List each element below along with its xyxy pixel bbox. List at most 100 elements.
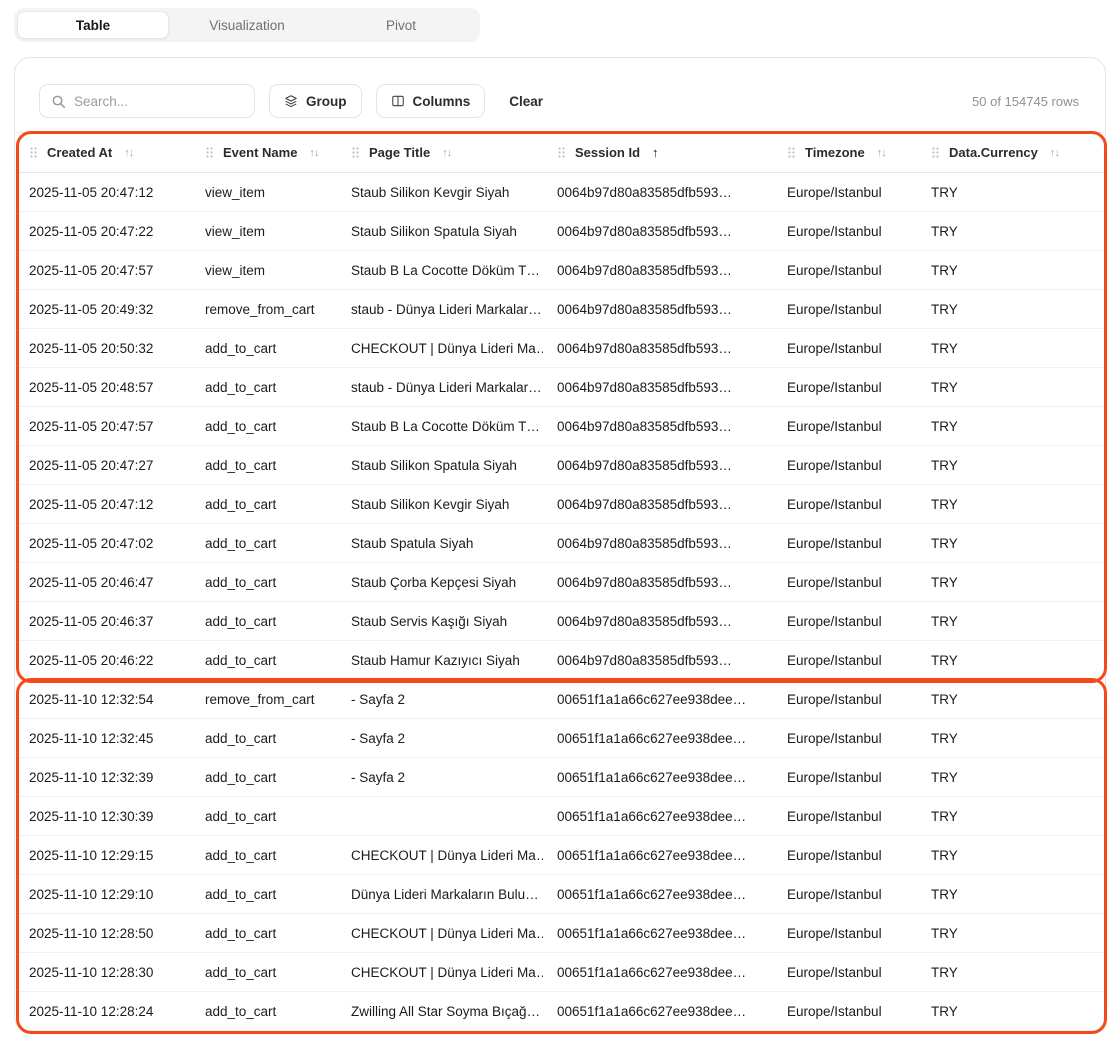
sort-both-icon[interactable]: ↑↓: [1050, 147, 1060, 159]
table-cell: 0064b97d80a83585dfb593…: [543, 328, 773, 368]
table-cell: Europe/Istanbul: [773, 250, 917, 290]
table-row[interactable]: 2025-11-10 12:29:10 add_to_cart Dünya Lide…: [15, 874, 1105, 914]
drag-handle-icon[interactable]: [205, 146, 214, 159]
clear-button[interactable]: Clear: [499, 84, 553, 118]
table-row[interactable]: 2025-11-10 12:30:39 add_to_cart 00651f1a1a…: [15, 796, 1105, 836]
table-cell: 0064b97d80a83585dfb593…: [543, 211, 773, 251]
table-cell: 2025-11-05 20:47:12: [15, 484, 191, 524]
table-cell: Europe/Istanbul: [773, 523, 917, 563]
table-cell: - Sayfa 2: [337, 679, 543, 719]
table-cell: 2025-11-05 20:46:47: [15, 562, 191, 602]
table-row[interactable]: 2025-11-10 12:29:15 add_to_cart CHECKOUT |…: [15, 835, 1105, 875]
table-cell: add_to_cart: [191, 445, 337, 485]
table-row[interactable]: 2025-11-05 20:47:57 add_to_cart Staub B La…: [15, 406, 1105, 446]
table-cell: TRY: [917, 172, 1105, 212]
drag-handle-icon[interactable]: [29, 146, 38, 159]
table-cell: 00651f1a1a66c627ee938dee…: [543, 991, 773, 1031]
column-header-created-at[interactable]: Created At ↑↓: [15, 132, 191, 173]
sort-both-icon[interactable]: ↑↓: [309, 147, 319, 159]
table-cell: TRY: [917, 328, 1105, 368]
group-button-label: Group: [306, 93, 347, 109]
drag-handle-icon[interactable]: [351, 146, 360, 159]
table-cell: 0064b97d80a83585dfb593…: [543, 250, 773, 290]
table-cell: CHECKOUT | Dünya Lideri Ma…: [337, 913, 543, 953]
drag-handle-icon[interactable]: [557, 146, 566, 159]
table-cell: view_item: [191, 211, 337, 251]
table-row[interactable]: 2025-11-05 20:47:12 view_item Staub Siliko…: [15, 172, 1105, 212]
table-row[interactable]: 2025-11-05 20:49:32 remove_from_cart staub…: [15, 289, 1105, 329]
column-label: Page Title: [369, 145, 431, 160]
table-row[interactable]: 2025-11-10 12:32:54 remove_from_cart - Say…: [15, 679, 1105, 719]
column-header-session-id[interactable]: Session Id ↑: [543, 132, 773, 173]
drag-handle-icon[interactable]: [787, 146, 796, 159]
column-header-timezone[interactable]: Timezone ↑↓: [773, 132, 917, 173]
table-cell: Europe/Istanbul: [773, 640, 917, 680]
table-row[interactable]: 2025-11-10 12:32:45 add_to_cart - Sayfa 20…: [15, 718, 1105, 758]
table-cell: add_to_cart: [191, 406, 337, 446]
group-button[interactable]: Group: [269, 84, 362, 118]
table-cell: 2025-11-10 12:28:50: [15, 913, 191, 953]
table-cell: Europe/Istanbul: [773, 367, 917, 407]
table-cell: 2025-11-05 20:47:57: [15, 250, 191, 290]
table-row[interactable]: 2025-11-05 20:46:37 add_to_cart Staub Serv…: [15, 601, 1105, 641]
sort-both-icon[interactable]: ↑↓: [877, 147, 887, 159]
column-label: Timezone: [805, 145, 865, 160]
table-row[interactable]: 2025-11-05 20:46:47 add_to_cart Staub Çorb…: [15, 562, 1105, 602]
table-cell: 0064b97d80a83585dfb593…: [543, 640, 773, 680]
table-cell: 00651f1a1a66c627ee938dee…: [543, 952, 773, 992]
table-cell: 2025-11-05 20:47:02: [15, 523, 191, 563]
table-cell: 2025-11-05 20:47:57: [15, 406, 191, 446]
table-cell: add_to_cart: [191, 523, 337, 563]
table-cell: TRY: [917, 874, 1105, 914]
table-row[interactable]: 2025-11-05 20:48:57 add_to_cart staub - Dü…: [15, 367, 1105, 407]
column-label: Session Id: [575, 145, 641, 160]
table-row[interactable]: 2025-11-10 12:28:30 add_to_cart CHECKOUT |…: [15, 952, 1105, 992]
table-cell: add_to_cart: [191, 484, 337, 524]
tab-table[interactable]: Table: [17, 11, 169, 39]
table-row[interactable]: 2025-11-05 20:47:57 view_item Staub B La C…: [15, 250, 1105, 290]
table-cell: 2025-11-10 12:28:24: [15, 991, 191, 1031]
sort-both-icon[interactable]: ↑↓: [124, 147, 134, 159]
table-row[interactable]: 2025-11-05 20:47:27 add_to_cart Staub Sili…: [15, 445, 1105, 485]
table-row[interactable]: 2025-11-05 20:47:12 add_to_cart Staub Sili…: [15, 484, 1105, 524]
table-row[interactable]: 2025-11-05 20:47:02 add_to_cart Staub Spat…: [15, 523, 1105, 563]
column-header-page-title[interactable]: Page Title ↑↓: [337, 132, 543, 173]
columns-button[interactable]: Columns: [375, 84, 486, 118]
table-row[interactable]: 2025-11-10 12:32:39 add_to_cart - Sayfa 20…: [15, 757, 1105, 797]
table-cell: Zwilling All Star Soyma Bıçağ…: [337, 991, 543, 1031]
sort-asc-icon[interactable]: ↑: [652, 145, 659, 160]
table-cell: 0064b97d80a83585dfb593…: [543, 367, 773, 407]
table-cell: 2025-11-10 12:32:54: [15, 679, 191, 719]
table-cell: TRY: [917, 406, 1105, 446]
table-cell: 00651f1a1a66c627ee938dee…: [543, 796, 773, 836]
sort-both-icon[interactable]: ↑↓: [442, 147, 452, 159]
table-cell: 0064b97d80a83585dfb593…: [543, 562, 773, 602]
drag-handle-icon[interactable]: [931, 146, 940, 159]
table-cell: add_to_cart: [191, 796, 337, 836]
table-row[interactable]: 2025-11-05 20:46:22 add_to_cart Staub Hamu…: [15, 640, 1105, 680]
table-cell: Europe/Istanbul: [773, 796, 917, 836]
table-row[interactable]: 2025-11-05 20:50:32 add_to_cart CHECKOUT |…: [15, 328, 1105, 368]
table-cell: Staub Çorba Kepçesi Siyah: [337, 562, 543, 602]
tab-visualization[interactable]: Visualization: [171, 11, 323, 39]
table-cell: 00651f1a1a66c627ee938dee…: [543, 679, 773, 719]
search-box[interactable]: [39, 84, 255, 118]
table-row[interactable]: 2025-11-10 12:28:24 add_to_cart Zwilling A…: [15, 991, 1105, 1031]
table-cell: Europe/Istanbul: [773, 172, 917, 212]
table-cell: 0064b97d80a83585dfb593…: [543, 289, 773, 329]
column-header-event-name[interactable]: Event Name ↑↓: [191, 132, 337, 173]
table-cell: [337, 796, 543, 836]
events-table: Created At ↑↓ Event Name ↑↓ Page Title ↑↓ Sess…: [15, 132, 1105, 1031]
table-scroll-area[interactable]: Created At ↑↓ Event Name ↑↓ Page Title ↑↓ Sess…: [15, 132, 1105, 1031]
search-input[interactable]: [74, 93, 243, 109]
table-cell: TRY: [917, 601, 1105, 641]
table-cell: staub - Dünya Lideri Markalar…: [337, 367, 543, 407]
table-cell: remove_from_cart: [191, 679, 337, 719]
table-cell: TRY: [917, 835, 1105, 875]
column-header-data-currency[interactable]: Data.Currency ↑↓: [917, 132, 1105, 173]
table-row[interactable]: 2025-11-10 12:28:50 add_to_cart CHECKOUT |…: [15, 913, 1105, 953]
table-cell: 2025-11-05 20:46:37: [15, 601, 191, 641]
tab-pivot[interactable]: Pivot: [325, 11, 477, 39]
table-cell: staub - Dünya Lideri Markalar…: [337, 289, 543, 329]
table-row[interactable]: 2025-11-05 20:47:22 view_item Staub Siliko…: [15, 211, 1105, 251]
